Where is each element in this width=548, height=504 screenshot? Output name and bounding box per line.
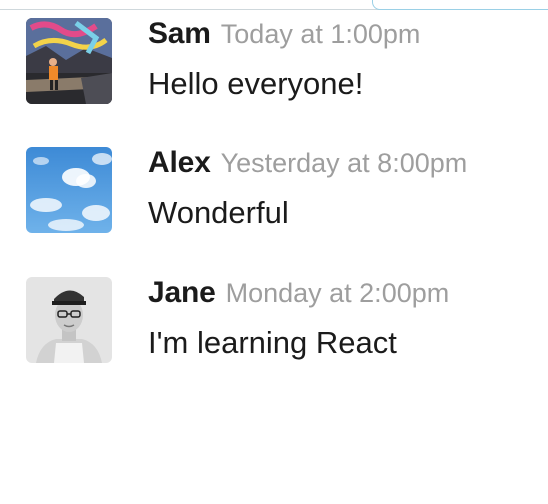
comment-header: Sam Today at 1:00pm: [148, 18, 420, 55]
comment-date: Today at 1:00pm: [220, 19, 421, 49]
avatar[interactable]: [26, 18, 112, 104]
comment-header: Alex Yesterday at 8:00pm: [148, 147, 467, 184]
comment-feed: Sam Today at 1:00pm Hello everyone! Alex…: [0, 0, 548, 504]
comment: Jane Monday at 2:00pm I'm learning React: [26, 277, 546, 367]
comment-author: Jane: [148, 276, 216, 309]
avatar-sky-image: [26, 147, 112, 233]
comment-author: Alex: [148, 146, 211, 179]
comment: Alex Yesterday at 8:00pm Wonderful: [26, 147, 546, 237]
comment-text: Wonderful: [148, 195, 289, 230]
avatar-graffiti-image: [26, 18, 112, 104]
comment: Sam Today at 1:00pm Hello everyone!: [26, 18, 546, 108]
avatar[interactable]: [26, 147, 112, 233]
cutoff-input-edge: [372, 0, 548, 10]
avatar[interactable]: [26, 277, 112, 363]
comment-text: I'm learning React: [148, 325, 397, 360]
comment-author: Sam: [148, 17, 211, 50]
comment-header: Jane Monday at 2:00pm: [148, 277, 449, 314]
comment-text: Hello everyone!: [148, 66, 364, 101]
avatar-portrait-image: [26, 277, 112, 363]
comment-date: Yesterday at 8:00pm: [220, 148, 468, 178]
comment-date: Monday at 2:00pm: [225, 278, 450, 308]
